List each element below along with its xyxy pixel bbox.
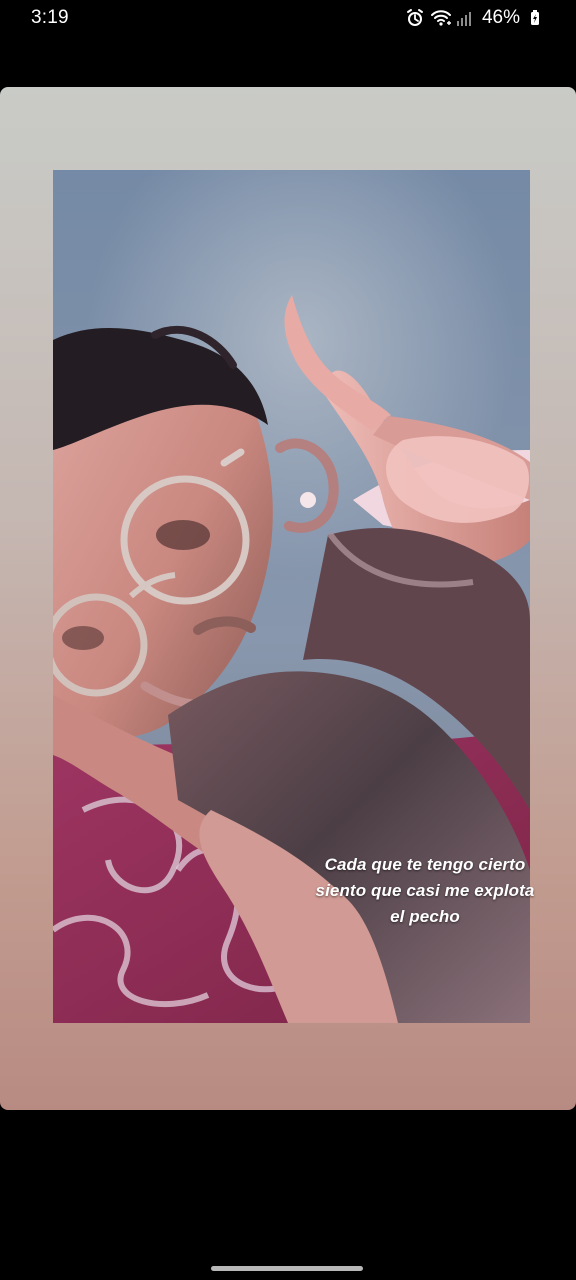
screen: 3:19 46% Cada que te tengo cierto siento… [0,0,576,1280]
story-photo [53,170,530,1023]
alarm-icon [405,8,425,28]
status-time: 3:19 [31,7,69,28]
wifi-icon [430,8,451,28]
status-bar: 3:19 46% [0,0,576,40]
battery-percent: 46% [481,7,520,28]
battery-charging-icon [528,8,548,28]
home-indicator[interactable] [211,1266,363,1271]
status-icons: 46% [405,7,548,29]
story-card[interactable]: Cada que te tengo cierto siento que casi… [0,87,576,1110]
signal-icon [455,8,475,28]
